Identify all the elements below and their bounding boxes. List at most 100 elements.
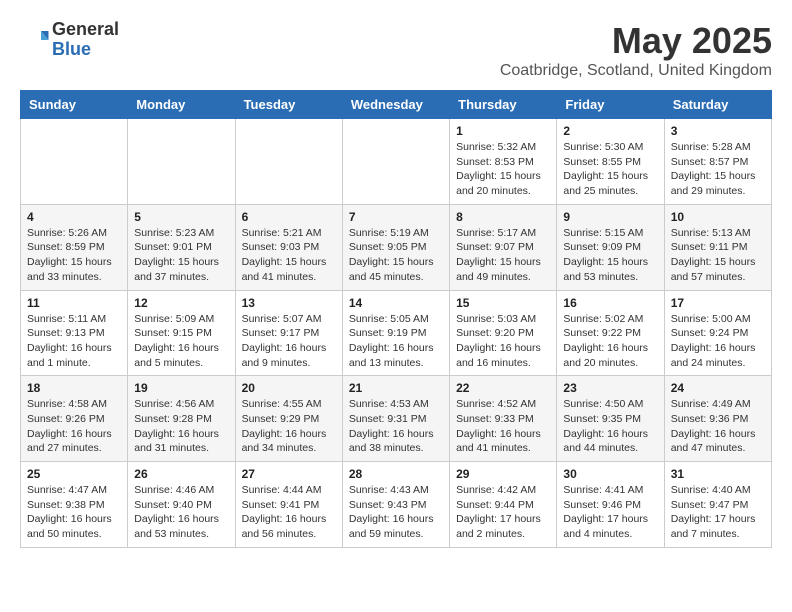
day-info: Sunrise: 5:15 AMSunset: 9:09 PMDaylight:… (563, 226, 657, 285)
day-cell: 10 Sunrise: 5:13 AMSunset: 9:11 PMDayligh… (664, 204, 771, 290)
day-cell: 21 Sunrise: 4:53 AMSunset: 9:31 PMDayligh… (342, 376, 449, 462)
day-number: 1 (456, 124, 550, 138)
day-info: Sunrise: 5:09 AMSunset: 9:15 PMDaylight:… (134, 312, 228, 371)
day-info: Sunrise: 4:49 AMSunset: 9:36 PMDaylight:… (671, 397, 765, 456)
day-header-wednesday: Wednesday (342, 91, 449, 119)
day-header-sunday: Sunday (21, 91, 128, 119)
title-block: May 2025 Coatbridge, Scotland, United Ki… (500, 20, 772, 80)
day-cell: 2Sunrise: 5:30 AMSunset: 8:55 PMDaylight… (557, 119, 664, 205)
day-info: Sunrise: 5:17 AMSunset: 9:07 PMDaylight:… (456, 226, 550, 285)
day-cell: 1Sunrise: 5:32 AMSunset: 8:53 PMDaylight… (450, 119, 557, 205)
day-info: Sunrise: 4:58 AMSunset: 9:26 PMDaylight:… (27, 397, 121, 456)
day-number: 13 (242, 296, 336, 310)
day-cell: 17Sunrise: 5:00 AMSunset: 9:24 PMDayligh… (664, 290, 771, 376)
day-number: 4 (27, 210, 121, 224)
day-number: 9 (563, 210, 657, 224)
day-number: 24 (671, 381, 765, 395)
day-info: Sunrise: 4:55 AMSunset: 9:29 PMDaylight:… (242, 397, 336, 456)
day-number: 31 (671, 467, 765, 481)
day-info: Sunrise: 5:23 AMSunset: 9:01 PMDaylight:… (134, 226, 228, 285)
day-cell (128, 119, 235, 205)
day-header-thursday: Thursday (450, 91, 557, 119)
day-cell: 14 Sunrise: 5:05 AMSunset: 9:19 PMDayligh… (342, 290, 449, 376)
logo-text: General Blue (52, 20, 119, 60)
day-number: 12 (134, 296, 228, 310)
day-number: 14 (349, 296, 443, 310)
day-cell: 9 Sunrise: 5:15 AMSunset: 9:09 PMDaylight… (557, 204, 664, 290)
day-info: Sunrise: 4:41 AMSunset: 9:46 PMDaylight:… (563, 483, 657, 542)
day-number: 10 (671, 210, 765, 224)
day-number: 15 (456, 296, 550, 310)
week-row-2: 4Sunrise: 5:26 AMSunset: 8:59 PMDaylight… (21, 204, 772, 290)
day-cell: 13 Sunrise: 5:07 AMSunset: 9:17 PMDayligh… (235, 290, 342, 376)
day-info: Sunrise: 4:47 AMSunset: 9:38 PMDaylight:… (27, 483, 121, 542)
logo: General Blue (20, 20, 119, 60)
day-cell: 8 Sunrise: 5:17 AMSunset: 9:07 PMDaylight… (450, 204, 557, 290)
day-number: 5 (134, 210, 228, 224)
logo-icon (20, 25, 50, 55)
day-info: Sunrise: 4:46 AMSunset: 9:40 PMDaylight:… (134, 483, 228, 542)
day-header-saturday: Saturday (664, 91, 771, 119)
day-cell: 22Sunrise: 4:52 AMSunset: 9:33 PMDayligh… (450, 376, 557, 462)
day-cell: 12 Sunrise: 5:09 AMSunset: 9:15 PMDayligh… (128, 290, 235, 376)
day-cell: 7Sunrise: 5:19 AMSunset: 9:05 PMDaylight… (342, 204, 449, 290)
week-row-4: 18 Sunrise: 4:58 AMSunset: 9:26 PMDayligh… (21, 376, 772, 462)
day-info: Sunrise: 4:56 AMSunset: 9:28 PMDaylight:… (134, 397, 228, 456)
day-number: 25 (27, 467, 121, 481)
day-info: Sunrise: 5:30 AMSunset: 8:55 PMDaylight:… (563, 140, 657, 199)
day-info: Sunrise: 5:07 AMSunset: 9:17 PMDaylight:… (242, 312, 336, 371)
day-cell: 18 Sunrise: 4:58 AMSunset: 9:26 PMDayligh… (21, 376, 128, 462)
day-cell: 11Sunrise: 5:11 AMSunset: 9:13 PMDayligh… (21, 290, 128, 376)
week-row-1: 1Sunrise: 5:32 AMSunset: 8:53 PMDaylight… (21, 119, 772, 205)
day-info: Sunrise: 5:28 AMSunset: 8:57 PMDaylight:… (671, 140, 765, 199)
month-title: May 2025 (500, 20, 772, 62)
day-cell: 26Sunrise: 4:46 AMSunset: 9:40 PMDayligh… (128, 462, 235, 548)
day-cell: 6 Sunrise: 5:21 AMSunset: 9:03 PMDaylight… (235, 204, 342, 290)
day-cell: 23Sunrise: 4:50 AMSunset: 9:35 PMDayligh… (557, 376, 664, 462)
day-number: 30 (563, 467, 657, 481)
day-number: 6 (242, 210, 336, 224)
day-info: Sunrise: 5:11 AMSunset: 9:13 PMDaylight:… (27, 312, 121, 371)
day-info: Sunrise: 5:00 AMSunset: 9:24 PMDaylight:… (671, 312, 765, 371)
day-info: Sunrise: 4:52 AMSunset: 9:33 PMDaylight:… (456, 397, 550, 456)
day-number: 20 (242, 381, 336, 395)
day-info: Sunrise: 5:05 AMSunset: 9:19 PMDaylight:… (349, 312, 443, 371)
day-info: Sunrise: 5:21 AMSunset: 9:03 PMDaylight:… (242, 226, 336, 285)
day-cell: 15Sunrise: 5:03 AMSunset: 9:20 PMDayligh… (450, 290, 557, 376)
day-cell (21, 119, 128, 205)
day-cell: 16 Sunrise: 5:02 AMSunset: 9:22 PMDayligh… (557, 290, 664, 376)
day-info: Sunrise: 4:50 AMSunset: 9:35 PMDaylight:… (563, 397, 657, 456)
day-cell: 19Sunrise: 4:56 AMSunset: 9:28 PMDayligh… (128, 376, 235, 462)
day-number: 16 (563, 296, 657, 310)
day-cell: 24 Sunrise: 4:49 AMSunset: 9:36 PMDayligh… (664, 376, 771, 462)
page-header: General Blue May 2025 Coatbridge, Scotla… (20, 20, 772, 80)
day-headers-row: SundayMondayTuesdayWednesdayThursdayFrid… (21, 91, 772, 119)
day-number: 7 (349, 210, 443, 224)
day-cell: 27Sunrise: 4:44 AMSunset: 9:41 PMDayligh… (235, 462, 342, 548)
day-info: Sunrise: 5:13 AMSunset: 9:11 PMDaylight:… (671, 226, 765, 285)
day-number: 18 (27, 381, 121, 395)
day-cell: 30 Sunrise: 4:41 AMSunset: 9:46 PMDayligh… (557, 462, 664, 548)
day-cell: 4Sunrise: 5:26 AMSunset: 8:59 PMDaylight… (21, 204, 128, 290)
day-cell: 29 Sunrise: 4:42 AMSunset: 9:44 PMDayligh… (450, 462, 557, 548)
calendar-table: SundayMondayTuesdayWednesdayThursdayFrid… (20, 90, 772, 548)
week-row-5: 25 Sunrise: 4:47 AMSunset: 9:38 PMDayligh… (21, 462, 772, 548)
day-number: 29 (456, 467, 550, 481)
day-info: Sunrise: 4:53 AMSunset: 9:31 PMDaylight:… (349, 397, 443, 456)
day-cell (342, 119, 449, 205)
day-number: 21 (349, 381, 443, 395)
logo-blue-text: Blue (52, 40, 119, 60)
day-info: Sunrise: 4:44 AMSunset: 9:41 PMDaylight:… (242, 483, 336, 542)
day-cell (235, 119, 342, 205)
day-header-tuesday: Tuesday (235, 91, 342, 119)
day-info: Sunrise: 4:42 AMSunset: 9:44 PMDaylight:… (456, 483, 550, 542)
day-cell: 20 Sunrise: 4:55 AMSunset: 9:29 PMDayligh… (235, 376, 342, 462)
day-info: Sunrise: 5:02 AMSunset: 9:22 PMDaylight:… (563, 312, 657, 371)
day-number: 28 (349, 467, 443, 481)
day-header-friday: Friday (557, 91, 664, 119)
day-number: 8 (456, 210, 550, 224)
day-info: Sunrise: 4:43 AMSunset: 9:43 PMDaylight:… (349, 483, 443, 542)
day-cell: 28 Sunrise: 4:43 AMSunset: 9:43 PMDayligh… (342, 462, 449, 548)
day-cell: 5 Sunrise: 5:23 AMSunset: 9:01 PMDaylight… (128, 204, 235, 290)
day-info: Sunrise: 4:40 AMSunset: 9:47 PMDaylight:… (671, 483, 765, 542)
